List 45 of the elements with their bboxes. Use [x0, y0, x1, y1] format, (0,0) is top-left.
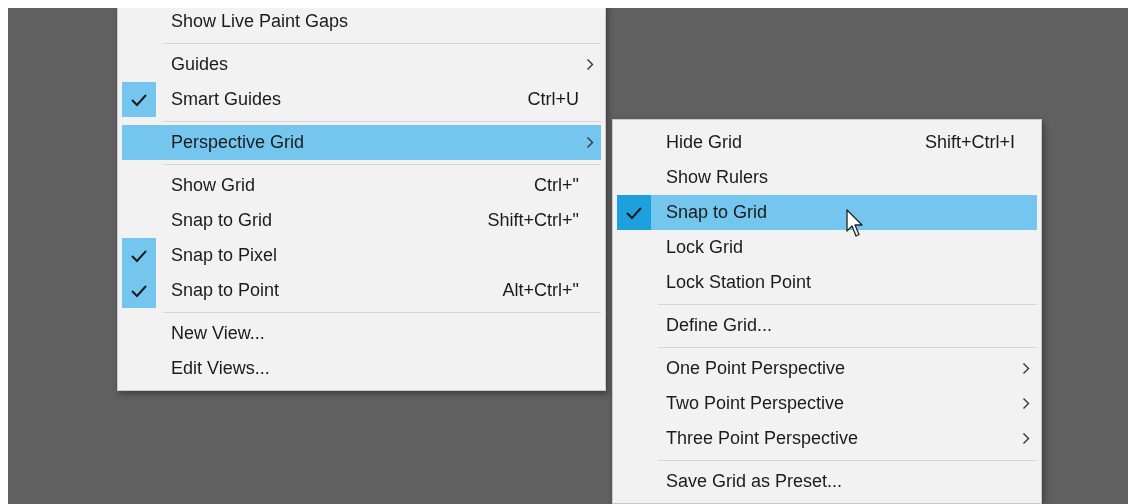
menu-item-label: Define Grid... [666, 314, 773, 337]
shortcut-label: Alt+Ctrl+" [502, 279, 579, 302]
menu-item-label: Guides [171, 53, 229, 76]
menu-item[interactable]: Show Rulers [617, 160, 1037, 195]
menu-item[interactable]: Snap to Pixel [122, 238, 601, 273]
menu-item[interactable]: Snap to Point Alt+Ctrl+" [122, 273, 601, 308]
menu-item-label: Show Live Paint Gaps [171, 10, 349, 33]
menu-item[interactable]: Two Point Perspective [617, 386, 1037, 421]
menu-item-label: Lock Grid [666, 236, 744, 259]
menu-item[interactable]: Perspective Grid [122, 125, 601, 160]
menu-item-label: Three Point Perspective [666, 427, 859, 450]
menu-item-label: Edit Views... [171, 357, 270, 380]
menu-item[interactable]: Guides [122, 47, 601, 82]
menu-item-label: Show Grid [171, 174, 256, 197]
menu-item[interactable]: Show Grid Ctrl+" [122, 168, 601, 203]
menu-item-label: Snap to Grid [666, 201, 768, 224]
menu-item-label: New View... [171, 322, 265, 345]
menu-item-label: Snap to Point [171, 279, 280, 302]
menu-item-label: Snap to Grid [171, 209, 273, 232]
menu-item-label: Hide Grid [666, 131, 743, 154]
shortcut-label: Shift+Ctrl+I [924, 131, 1015, 154]
menu-item[interactable]: Save Grid as Preset... [617, 464, 1037, 499]
menu-item[interactable]: Three Point Perspective [617, 421, 1037, 456]
menu-item-label: Save Grid as Preset... [666, 470, 843, 493]
menu-item[interactable]: Define Grid... [617, 308, 1037, 343]
menu-item[interactable]: New View... [122, 316, 601, 351]
shortcut-label: Ctrl+" [534, 174, 579, 197]
menu-item-label: Snap to Pixel [171, 244, 278, 267]
menu-item-label: Perspective Grid [171, 131, 305, 154]
menu-item-label: Lock Station Point [666, 271, 812, 294]
menu-item-label: Smart Guides [171, 88, 282, 111]
menu-item-label: Show Rulers [666, 166, 769, 189]
menu-item[interactable]: Snap to Grid Shift+Ctrl+" [122, 203, 601, 238]
menu-item[interactable]: Hide Grid Shift+Ctrl+I [617, 125, 1037, 160]
shortcut-label: Ctrl+U [527, 88, 579, 111]
menu-item-label: One Point Perspective [666, 357, 846, 380]
menu-item[interactable]: Lock Grid [617, 230, 1037, 265]
menu-item-label: Two Point Perspective [666, 392, 845, 415]
menu-item[interactable]: Snap to Grid [617, 195, 1037, 230]
menu-item[interactable]: One Point Perspective [617, 351, 1037, 386]
shortcut-label: Shift+Ctrl+" [487, 209, 579, 232]
menu-item[interactable]: Show Live Paint Gaps [122, 8, 601, 39]
menu-item[interactable]: Edit Views... [122, 351, 601, 386]
menu-item[interactable]: Lock Station Point [617, 265, 1037, 300]
menu-item[interactable]: Smart Guides Ctrl+U [122, 82, 601, 117]
